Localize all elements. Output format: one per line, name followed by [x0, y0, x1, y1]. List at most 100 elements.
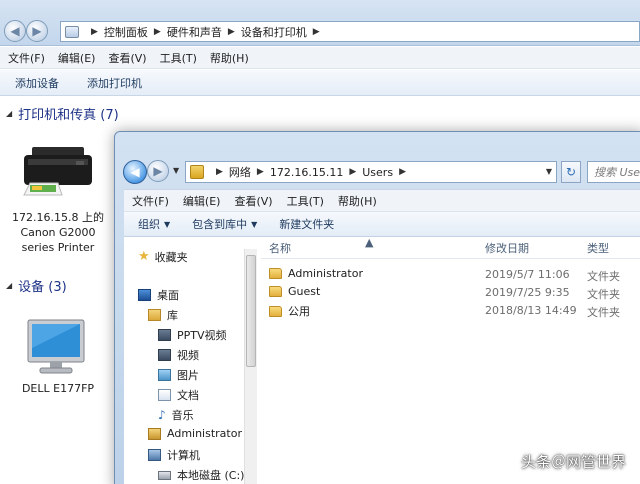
- video-library-icon: [158, 349, 171, 361]
- star-icon: ★: [138, 249, 150, 264]
- computer-icon: [148, 449, 161, 461]
- nav-videos[interactable]: 视频: [158, 347, 199, 363]
- nav-desktop[interactable]: 桌面: [138, 287, 179, 303]
- history-dropdown-icon[interactable]: ▼: [173, 166, 179, 175]
- video-library-icon: [158, 329, 171, 341]
- pictures-icon: [158, 369, 171, 381]
- breadcrumb-item[interactable]: Users: [362, 166, 393, 179]
- folder-icon: [269, 268, 282, 279]
- nav-pptv[interactable]: PPTV视频: [158, 327, 227, 343]
- nav-favorites[interactable]: ★ 收藏夹: [138, 249, 188, 265]
- nav-label: 库: [167, 309, 178, 322]
- collapse-triangle-icon: ◢: [6, 109, 13, 118]
- forward-button[interactable]: ▶: [26, 20, 48, 42]
- menu-view[interactable]: 查看(V): [234, 193, 272, 209]
- menu-file[interactable]: 文件(F): [132, 193, 169, 209]
- breadcrumb: ▶ 网络 ▶ 172.16.15.11 ▶ Users ▶: [210, 164, 412, 180]
- nav-documents[interactable]: 文档: [158, 387, 199, 403]
- breadcrumb-separator-icon: ▶: [256, 167, 264, 177]
- table-row[interactable]: Administrator 2019/5/7 11:06 文件夹: [261, 265, 640, 283]
- table-row[interactable]: Guest 2019/7/25 9:35 文件夹: [261, 283, 640, 301]
- breadcrumb-item[interactable]: 172.16.15.11: [270, 166, 343, 179]
- organize-button[interactable]: 组织: [138, 216, 160, 232]
- nav-computer[interactable]: 计算机: [148, 447, 200, 463]
- breadcrumb-separator-icon: ▶: [153, 26, 161, 37]
- network-folder-icon: [190, 165, 204, 179]
- column-header-date[interactable]: 修改日期: [485, 240, 529, 256]
- scrollbar-thumb[interactable]: [246, 255, 256, 367]
- file-name-cell: Guest: [269, 285, 320, 298]
- explorer-command-bar: 组织 ▼ 包含到库中 ▼ 新建文件夹: [124, 211, 640, 237]
- printer-label-line: series Printer: [21, 241, 95, 254]
- add-printer-button[interactable]: 添加打印机: [87, 75, 142, 91]
- background-command-bar: 添加设备 添加打印机: [0, 70, 640, 96]
- search-placeholder: 搜索 Users: [594, 166, 640, 179]
- file-date: 2019/5/7 11:06: [485, 268, 570, 281]
- library-icon: [148, 309, 161, 321]
- menu-edit[interactable]: 编辑(E): [183, 193, 221, 209]
- chevron-down-icon: ▼: [164, 219, 171, 229]
- file-name-cell: Administrator: [269, 267, 363, 280]
- file-name-cell: 公用: [269, 303, 310, 319]
- column-header-name[interactable]: 名称: [269, 240, 291, 256]
- add-device-button[interactable]: 添加设备: [15, 75, 59, 91]
- nav-music[interactable]: ♪ 音乐: [158, 407, 194, 423]
- hard-disk-icon: [158, 470, 171, 480]
- breadcrumb: ▶ 控制面板 ▶ 硬件和声音 ▶ 设备和打印机 ▶: [85, 24, 326, 40]
- nav-label: 计算机: [167, 449, 200, 462]
- chevron-down-icon: ▼: [251, 219, 258, 229]
- table-row[interactable]: 公用 2018/8/13 14:49 文件夹: [261, 301, 640, 319]
- printers-group-header[interactable]: ◢ 打印机和传真 (7): [6, 104, 119, 123]
- nav-local-disk[interactable]: 本地磁盘 (C:): [158, 467, 244, 483]
- desktop-icon: [138, 289, 151, 301]
- collapse-triangle-icon: ◢: [6, 281, 13, 290]
- menu-tools[interactable]: 工具(T): [160, 50, 197, 66]
- column-header-row: 名称 ▲ 修改日期 类型: [261, 236, 640, 259]
- printer-label-line: Canon G2000: [20, 226, 96, 239]
- folder-icon: [269, 305, 282, 317]
- background-address-bar[interactable]: ▶ 控制面板 ▶ 硬件和声音 ▶ 设备和打印机 ▶: [60, 21, 640, 42]
- search-input[interactable]: 搜索 Users: [587, 161, 640, 183]
- breadcrumb-item[interactable]: 设备和打印机: [241, 24, 307, 40]
- printer-label: 172.16.15.8 上的 Canon G2000 series Printe…: [6, 210, 110, 255]
- nav-libraries[interactable]: 库: [148, 307, 178, 323]
- explorer-address-bar[interactable]: ▶ 网络 ▶ 172.16.15.11 ▶ Users ▶ ▼: [185, 161, 557, 183]
- file-type: 文件夹: [587, 306, 620, 319]
- menu-help[interactable]: 帮助(H): [210, 50, 249, 66]
- back-button[interactable]: ◀: [4, 20, 26, 42]
- nav-pictures[interactable]: 图片: [158, 367, 199, 383]
- breadcrumb-separator-icon: ▶: [312, 26, 320, 37]
- background-menu-bar: 文件(F) 编辑(E) 查看(V) 工具(T) 帮助(H): [0, 47, 640, 69]
- navigation-scrollbar[interactable]: [244, 249, 257, 484]
- breadcrumb-item[interactable]: 控制面板: [104, 24, 148, 40]
- devices-group-header[interactable]: ◢ 设备 (3): [6, 276, 67, 295]
- column-header-type[interactable]: 类型: [587, 240, 609, 256]
- printer-icon[interactable]: [18, 143, 98, 199]
- refresh-button[interactable]: ↻: [561, 161, 581, 183]
- navigation-pane: ★ 收藏夹 桌面 库 PPTV视频 视频 图片 文档 ♪ 音乐 Administ…: [124, 237, 260, 484]
- breadcrumb-separator-icon: ▶: [227, 26, 235, 37]
- menu-edit[interactable]: 编辑(E): [58, 50, 96, 66]
- back-arrow-icon: ◀: [130, 165, 140, 179]
- nav-administrator[interactable]: Administrator: [148, 427, 242, 440]
- include-library-button[interactable]: 包含到库中: [192, 216, 247, 232]
- file-name: 公用: [288, 305, 310, 318]
- file-date: 2019/7/25 9:35: [485, 286, 570, 299]
- file-list-pane: 名称 ▲ 修改日期 类型 Administrator 2019/5/7 11:0…: [261, 236, 640, 484]
- address-dropdown-icon[interactable]: ▼: [546, 167, 552, 176]
- menu-help[interactable]: 帮助(H): [338, 193, 377, 209]
- nav-label: PPTV视频: [177, 329, 227, 342]
- breadcrumb-item[interactable]: 网络: [229, 164, 251, 180]
- breadcrumb-item[interactable]: 硬件和声音: [167, 24, 222, 40]
- menu-view[interactable]: 查看(V): [108, 50, 146, 66]
- sort-ascending-icon: ▲: [365, 236, 374, 249]
- explorer-menu-bar: 文件(F) 编辑(E) 查看(V) 工具(T) 帮助(H): [124, 189, 640, 211]
- monitor-icon[interactable]: [24, 318, 88, 376]
- forward-arrow-icon: ▶: [32, 24, 42, 38]
- menu-file[interactable]: 文件(F): [8, 50, 45, 66]
- explorer-forward-button[interactable]: ▶: [147, 160, 169, 182]
- menu-tools[interactable]: 工具(T): [287, 193, 324, 209]
- printers-group-title: 打印机和传真 (7): [18, 108, 119, 123]
- new-folder-button[interactable]: 新建文件夹: [279, 216, 334, 232]
- explorer-back-button[interactable]: ◀: [123, 160, 147, 184]
